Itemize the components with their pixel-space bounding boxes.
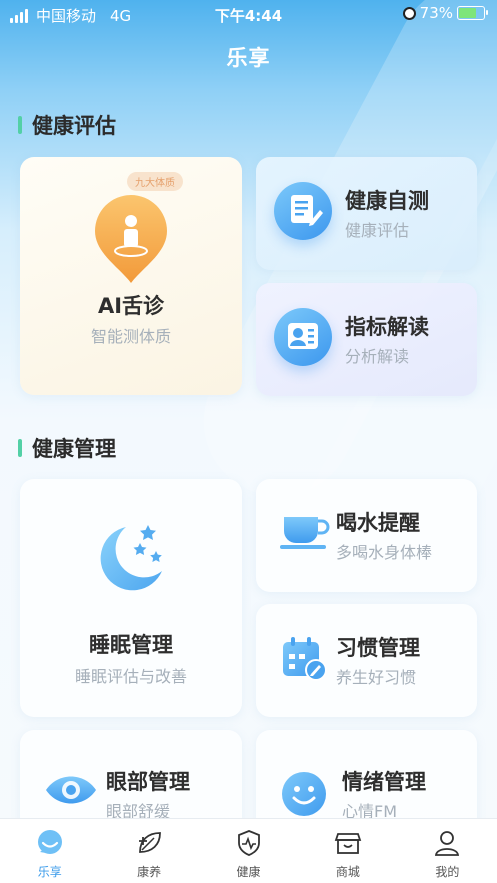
- smile-icon: [280, 770, 328, 818]
- moon-stars-icon: [92, 517, 172, 597]
- alarm-icon: [402, 6, 416, 20]
- habit-management-subtitle: 养生好习惯: [336, 668, 417, 687]
- tab-label: 商城: [335, 865, 360, 879]
- page-title: 乐享: [226, 46, 271, 70]
- section-title-management: 健康管理: [18, 433, 116, 463]
- id-card-icon: [274, 308, 332, 366]
- status-bar: 中国移动 4G 下午4:44 73%: [0, 0, 497, 30]
- indicator-interpretation-title: 指标解读: [345, 315, 429, 339]
- water-reminder-subtitle: 多喝水身体棒: [336, 543, 433, 562]
- ai-tongue-subtitle: 智能测体质: [90, 327, 171, 346]
- shield-pulse-icon: [234, 828, 264, 858]
- habit-management-card[interactable]: 习惯管理 养生好习惯: [256, 604, 477, 717]
- calendar-edit-icon: [280, 634, 328, 682]
- person-location-icon: [93, 195, 169, 287]
- section-title-label: 健康评估: [32, 114, 116, 138]
- water-reminder-title: 喝水提醒: [336, 511, 420, 535]
- indicator-interpretation-subtitle: 分析解读: [345, 347, 410, 366]
- sleep-management-title: 睡眠管理: [89, 633, 173, 657]
- cup-icon: [280, 511, 330, 551]
- health-self-test-title: 健康自测: [345, 189, 429, 213]
- health-self-test-subtitle: 健康评估: [345, 221, 410, 240]
- tab-label: 乐享: [37, 865, 62, 879]
- tab-shangcheng[interactable]: 商城: [298, 819, 397, 883]
- eye-icon: [44, 770, 98, 810]
- battery-percent: 73%: [419, 4, 453, 22]
- indicator-interpretation-card[interactable]: 指标解读 分析解读: [256, 283, 477, 396]
- tab-lexiang[interactable]: 乐享: [0, 819, 99, 883]
- water-reminder-card[interactable]: 喝水提醒 多喝水身体棒: [256, 479, 477, 592]
- document-edit-icon: [274, 182, 332, 240]
- sleep-management-subtitle: 睡眠评估与改善: [74, 667, 187, 686]
- ai-tongue-title: AI舌诊: [97, 294, 165, 318]
- habit-management-title: 习惯管理: [336, 636, 420, 660]
- chat-bubble-icon: [35, 828, 65, 858]
- sleep-management-card[interactable]: 睡眠管理 睡眠评估与改善: [20, 479, 242, 717]
- tab-label: 康养: [137, 865, 162, 879]
- leaf-plus-icon: [134, 828, 164, 858]
- tab-wode[interactable]: 我的: [398, 819, 497, 883]
- ai-tongue-card[interactable]: 九大体质 AI舌诊 智能测体质: [20, 157, 242, 395]
- tab-jiankang[interactable]: 健康: [199, 819, 298, 883]
- section-accent-bar: [18, 439, 22, 457]
- eye-management-title: 眼部管理: [106, 770, 190, 794]
- section-accent-bar: [18, 116, 22, 134]
- shop-icon: [333, 828, 363, 858]
- constitution-tag: 九大体质: [127, 172, 183, 191]
- battery-icon: [457, 6, 488, 20]
- section-title-label: 健康管理: [32, 437, 116, 461]
- user-icon: [432, 828, 462, 858]
- tab-label: 我的: [435, 865, 460, 879]
- bottom-tab-bar: 乐享 康养 健康 商城 我的: [0, 818, 497, 883]
- emotion-management-title: 情绪管理: [342, 770, 426, 794]
- health-self-test-card[interactable]: 健康自测 健康评估: [256, 157, 477, 270]
- tab-kangyang[interactable]: 康养: [99, 819, 198, 883]
- section-title-assessment: 健康评估: [18, 110, 116, 140]
- tab-label: 健康: [236, 865, 261, 879]
